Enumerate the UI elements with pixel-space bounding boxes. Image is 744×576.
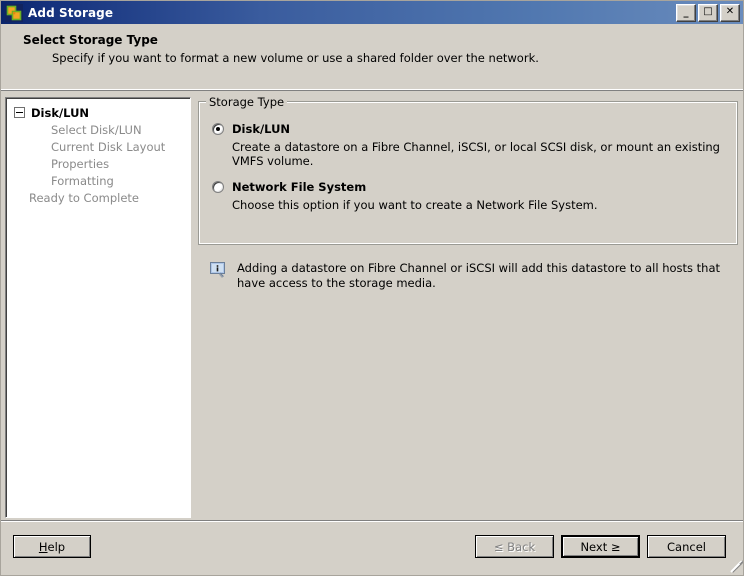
maximize-icon: □ [703, 5, 713, 17]
tree-node-properties[interactable]: Properties [6, 155, 190, 172]
radio-network-file-system-description: Choose this option if you want to create… [232, 198, 598, 212]
tree-node-label: Disk/LUN [31, 105, 90, 120]
close-icon: ✕ [725, 5, 735, 17]
radio-disk-lun-label: Disk/LUN [232, 121, 291, 136]
radio-network-file-system[interactable] [212, 180, 224, 193]
tree-node-label: Ready to Complete [29, 190, 139, 205]
tree-node-disk-lun[interactable]: Disk/LUN [6, 104, 190, 121]
help-button-label: H [38, 539, 48, 554]
step-list: Disk/LUN Select Disk/LUN Current Disk La… [6, 98, 190, 206]
page-title: Select Storage Type [23, 33, 158, 47]
tree-node-current-disk-layout[interactable]: Current Disk Layout [6, 138, 190, 155]
maximize-button[interactable]: □ [698, 3, 718, 22]
content-pane: Storage Type Disk/LUN Create a datastore… [198, 92, 741, 520]
storage-type-legend: Storage Type [206, 95, 288, 109]
radio-disk-lun[interactable] [212, 122, 224, 135]
radio-disk-lun-description: Create a datastore on a Fibre Channel, i… [232, 140, 720, 168]
minimize-button[interactable]: _ [676, 3, 696, 22]
tree-node-label: Formatting [51, 173, 114, 188]
info-note: Adding a datastore on Fibre Channel or i… [210, 261, 726, 291]
info-note-text: Adding a datastore on Fibre Channel or i… [237, 261, 721, 290]
tree-node-label: Properties [51, 156, 110, 171]
tree-node-formatting[interactable]: Formatting [6, 172, 190, 189]
window-title: Add Storage [28, 5, 114, 20]
tree-node-ready-to-complete[interactable]: Ready to Complete [6, 189, 190, 206]
close-button[interactable]: ✕ [720, 3, 740, 22]
back-button-label: ≤ Back [493, 539, 536, 554]
resize-grip[interactable] [729, 560, 743, 575]
tree-node-select-disk-lun[interactable]: Select Disk/LUN [6, 121, 190, 138]
storage-type-groupbox: Storage Type Disk/LUN Create a datastore… [198, 95, 738, 245]
page-subtitle: Specify if you want to format a new volu… [52, 51, 539, 65]
storage-option-disk-lun[interactable]: Disk/LUN Create a datastore on a Fibre C… [212, 121, 728, 168]
back-button[interactable]: ≤ Back [475, 535, 554, 558]
dialog-body: Disk/LUN Select Disk/LUN Current Disk La… [1, 92, 743, 520]
dialog-footer: Help ≤ Back Next ≥ Cancel [1, 520, 743, 575]
wizard-step-tree[interactable]: Disk/LUN Select Disk/LUN Current Disk La… [5, 97, 191, 518]
cancel-button[interactable]: Cancel [647, 535, 726, 558]
add-storage-dialog: Add Storage _ □ ✕ Select Storage Type Sp… [0, 0, 744, 576]
storage-option-network-file-system[interactable]: Network File System Choose this option i… [212, 179, 728, 212]
help-button-label-rest: elp [47, 539, 66, 554]
info-tooltip-icon [210, 262, 228, 280]
minimize-icon: _ [683, 6, 689, 18]
help-button[interactable]: Help [13, 535, 91, 558]
cancel-button-label: Cancel [667, 539, 706, 554]
vmware-storage-icon [5, 3, 23, 22]
next-button-label: Next ≥ [580, 539, 621, 554]
wizard-header: Select Storage Type Specify if you want … [1, 24, 743, 91]
collapse-icon[interactable] [14, 107, 25, 118]
tree-node-label: Current Disk Layout [51, 139, 166, 154]
window-controls: _ □ ✕ [676, 3, 743, 22]
radio-network-file-system-label: Network File System [232, 179, 367, 194]
title-bar[interactable]: Add Storage _ □ ✕ [1, 1, 743, 24]
next-button[interactable]: Next ≥ [561, 535, 640, 558]
tree-node-label: Select Disk/LUN [51, 122, 142, 137]
